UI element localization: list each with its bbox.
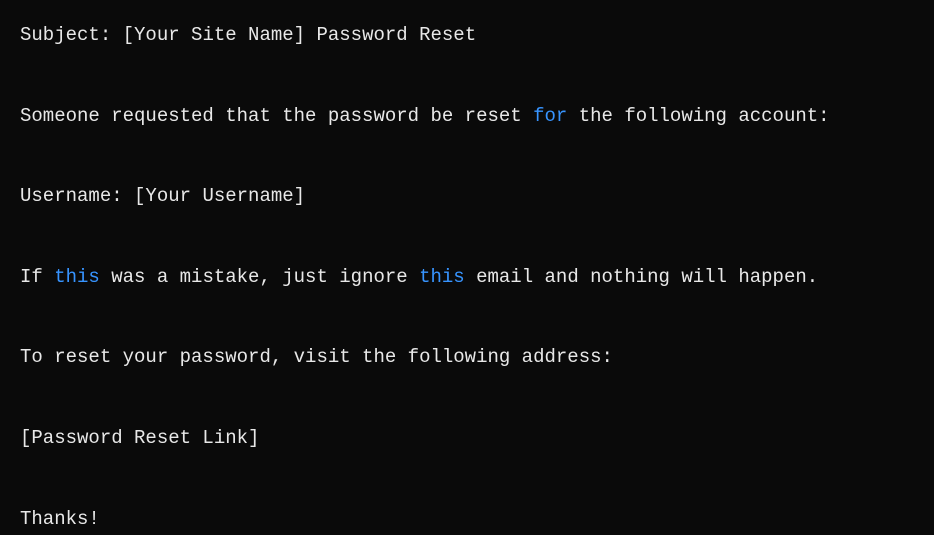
body-text: was a mistake, just ignore [100,266,419,288]
thanks-line: Thanks! [20,506,914,533]
subject-line: Subject: [Your Site Name] Password Reset [20,22,914,49]
body-text: email and nothing will happen. [465,266,818,288]
username-line: Username: [Your Username] [20,183,914,210]
body-text: the following account: [567,105,829,127]
subject-label: Subject: [20,24,123,46]
body-text: Someone requested that the password be r… [20,105,533,127]
username-placeholder: [Your Username] [134,185,305,207]
body-text: To reset your password, visit the follow… [20,346,613,368]
username-label: Username: [20,185,134,207]
reset-link-placeholder: [Password Reset Link] [20,427,259,449]
reset-link-line: [Password Reset Link] [20,425,914,452]
reset-instruction-line: To reset your password, visit the follow… [20,344,914,371]
subject-text: Password Reset [305,24,476,46]
keyword-this: this [54,266,100,288]
mistake-line: If this was a mistake, just ignore this … [20,264,914,291]
body-text: If [20,266,54,288]
keyword-for: for [533,105,567,127]
body-text: Thanks! [20,508,100,530]
site-name-placeholder: [Your Site Name] [123,24,305,46]
body-request-line: Someone requested that the password be r… [20,103,914,130]
keyword-this: this [419,266,465,288]
